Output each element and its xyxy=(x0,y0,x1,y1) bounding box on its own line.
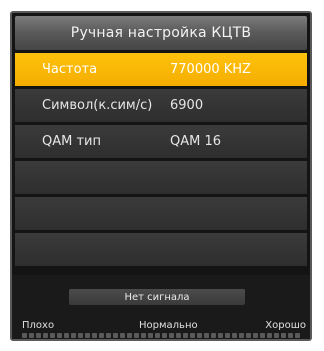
signal-meter-segment xyxy=(155,333,160,338)
signal-meter-segment xyxy=(78,333,83,338)
signal-meter-segment xyxy=(239,333,244,338)
signal-meter-segment xyxy=(57,333,62,338)
signal-meter-segment xyxy=(246,333,251,338)
signal-meter-segment xyxy=(134,333,139,338)
settings-menu: Частота 770000 KHZ Символ(к.сим/с) 6900 … xyxy=(15,53,307,269)
symbol-rate-value[interactable]: 6900 xyxy=(170,98,203,113)
dialog-title-bar: Ручная настройка КЦТВ xyxy=(15,16,307,50)
signal-meter-segment xyxy=(260,333,265,338)
menu-row-symbol-rate[interactable]: Символ(к.сим/с) 6900 xyxy=(15,89,307,122)
menu-row-empty xyxy=(15,161,307,194)
signal-meter-segment xyxy=(92,333,97,338)
signal-meter-segment xyxy=(225,333,230,338)
menu-row-empty xyxy=(15,197,307,230)
signal-meter-segment xyxy=(43,333,48,338)
signal-meter-segment xyxy=(162,333,167,338)
signal-meter-segment xyxy=(274,333,279,338)
signal-meter-segment xyxy=(127,333,132,338)
signal-meter-segment xyxy=(50,333,55,338)
signal-meter-segment xyxy=(232,333,237,338)
signal-meter-segment xyxy=(36,333,41,338)
menu-row-empty xyxy=(15,233,307,266)
symbol-rate-label: Символ(к.сим/с) xyxy=(42,98,153,113)
signal-meter-segment xyxy=(169,333,174,338)
signal-scale-normal: Нормально xyxy=(139,320,198,331)
signal-meter-segment xyxy=(197,333,202,338)
signal-meter-segment xyxy=(267,333,272,338)
signal-scale-good: Хорошо xyxy=(265,320,306,331)
signal-meter-segment xyxy=(218,333,223,338)
signal-meter-segment xyxy=(281,333,286,338)
signal-meter-segment xyxy=(99,333,104,338)
menu-row-qam-type[interactable]: QAM тип QAM 16 xyxy=(15,125,307,158)
qam-type-value[interactable]: QAM 16 xyxy=(170,134,221,149)
signal-meter-segment xyxy=(106,333,111,338)
signal-meter-segment xyxy=(183,333,188,338)
signal-meter-segment xyxy=(113,333,118,338)
signal-meter-segment xyxy=(64,333,69,338)
signal-meter-segment xyxy=(253,333,258,338)
signal-meter-segment xyxy=(204,333,209,338)
dialog-title: Ручная настройка КЦТВ xyxy=(70,25,252,41)
signal-status-text: Нет сигнала xyxy=(124,291,190,303)
qam-type-label: QAM тип xyxy=(42,134,101,149)
signal-meter-segment xyxy=(295,333,300,338)
signal-meter-segment xyxy=(288,333,293,338)
signal-quality-meter xyxy=(22,333,300,338)
signal-meter-segment xyxy=(141,333,146,338)
menu-row-frequency[interactable]: Частота 770000 KHZ xyxy=(15,53,307,86)
signal-meter-segment xyxy=(120,333,125,338)
signal-meter-segment xyxy=(148,333,153,338)
manual-cable-tuning-dialog: Ручная настройка КЦТВ Частота 770000 KHZ… xyxy=(10,11,312,341)
signal-meter-segment xyxy=(22,333,27,338)
signal-panel: Нет сигнала Плохо Нормально Хорошо xyxy=(12,275,310,339)
signal-scale-poor: Плохо xyxy=(22,320,55,331)
frequency-value[interactable]: 770000 KHZ xyxy=(170,62,251,77)
signal-meter-segment xyxy=(85,333,90,338)
signal-meter-segment xyxy=(211,333,216,338)
signal-meter-segment xyxy=(71,333,76,338)
signal-meter-segment xyxy=(190,333,195,338)
signal-meter-segment xyxy=(176,333,181,338)
signal-status-box: Нет сигнала xyxy=(69,289,245,305)
frequency-label: Частота xyxy=(42,62,98,77)
signal-meter-segment xyxy=(29,333,34,338)
